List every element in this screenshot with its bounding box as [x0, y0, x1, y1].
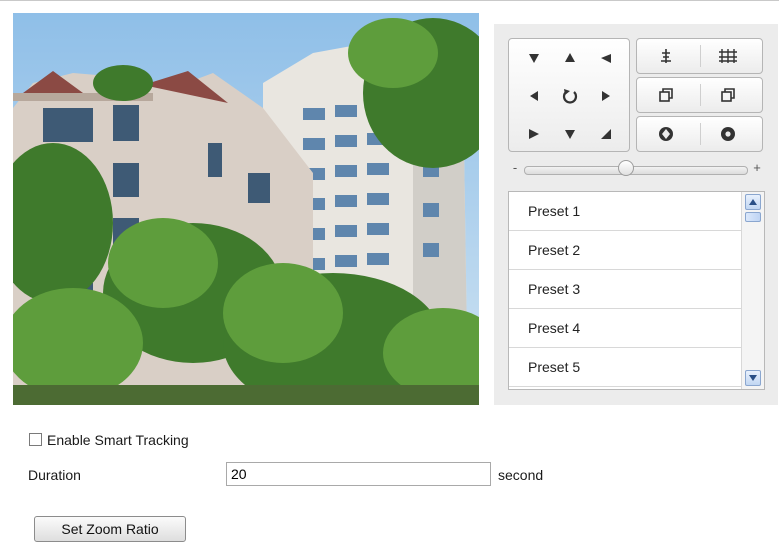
- preset-item[interactable]: Preset 2: [509, 231, 741, 270]
- arrow-down-right-icon: [601, 129, 611, 139]
- focus-far-button[interactable]: [713, 80, 743, 110]
- iris-close-button[interactable]: [713, 119, 743, 149]
- smart-tracking-checkbox[interactable]: [29, 433, 42, 446]
- duration-label: Duration: [28, 467, 81, 483]
- pan-up-right-button[interactable]: [591, 43, 621, 73]
- preset-scrollbar[interactable]: [741, 192, 764, 389]
- smart-tracking-label: Enable Smart Tracking: [47, 432, 189, 448]
- camera-image: [13, 13, 479, 405]
- focus-near-icon: [659, 88, 673, 102]
- zoom-out-button[interactable]: [713, 41, 743, 71]
- chevron-down-icon: [749, 375, 757, 381]
- zoom-out-icon: [719, 49, 737, 63]
- set-zoom-ratio-button[interactable]: Set Zoom Ratio: [34, 516, 186, 542]
- slider-thumb[interactable]: [617, 160, 634, 176]
- zoom-button-group: [636, 38, 763, 74]
- arrow-up-left-icon: [529, 54, 539, 63]
- chevron-up-icon: [749, 199, 757, 205]
- iris-open-icon: [659, 127, 673, 141]
- pan-down-left-button[interactable]: [519, 119, 549, 149]
- preset-list: Preset 1 Preset 2 Preset 3 Preset 4 Pres…: [508, 191, 765, 390]
- scroll-up-button[interactable]: [745, 194, 761, 210]
- iris-close-icon: [721, 127, 735, 141]
- arrow-down-left-icon: [529, 129, 539, 139]
- direction-pad: [508, 38, 630, 152]
- preset-item[interactable]: Preset 4: [509, 309, 741, 348]
- arrow-down-icon: [565, 130, 575, 139]
- auto-pan-icon: [562, 89, 578, 104]
- scroll-down-button[interactable]: [745, 370, 761, 386]
- focus-button-group: [636, 77, 763, 113]
- ptz-speed-slider[interactable]: - +: [508, 160, 764, 177]
- pan-right-button[interactable]: [591, 81, 621, 111]
- live-video-view[interactable]: [13, 13, 479, 405]
- focus-near-button[interactable]: [651, 80, 681, 110]
- duration-input[interactable]: [226, 462, 491, 486]
- scroll-thumb[interactable]: [745, 212, 761, 222]
- zoom-in-icon: [661, 49, 671, 63]
- tilt-up-button[interactable]: [555, 43, 585, 73]
- speed-increase-label: +: [753, 160, 761, 175]
- arrow-up-icon: [565, 53, 575, 62]
- pan-left-button[interactable]: [519, 81, 549, 111]
- arrow-left-icon: [530, 91, 538, 101]
- iris-open-button[interactable]: [651, 119, 681, 149]
- focus-far-icon: [721, 88, 735, 102]
- arrow-right-icon: [602, 91, 610, 101]
- pan-up-left-button[interactable]: [519, 43, 549, 73]
- preset-item[interactable]: Preset 3: [509, 270, 741, 309]
- speed-decrease-label: -: [512, 160, 518, 175]
- tilt-down-button[interactable]: [555, 119, 585, 149]
- slider-track[interactable]: [524, 166, 748, 175]
- preset-item[interactable]: Preset 1: [509, 192, 741, 231]
- iris-button-group: [636, 116, 763, 152]
- duration-unit-label: second: [498, 467, 544, 483]
- auto-pan-button[interactable]: [555, 81, 585, 111]
- pan-down-right-button[interactable]: [591, 119, 621, 149]
- arrow-up-right-icon: [601, 54, 611, 63]
- zoom-in-button[interactable]: [651, 41, 681, 71]
- preset-item[interactable]: Preset 5: [509, 348, 741, 387]
